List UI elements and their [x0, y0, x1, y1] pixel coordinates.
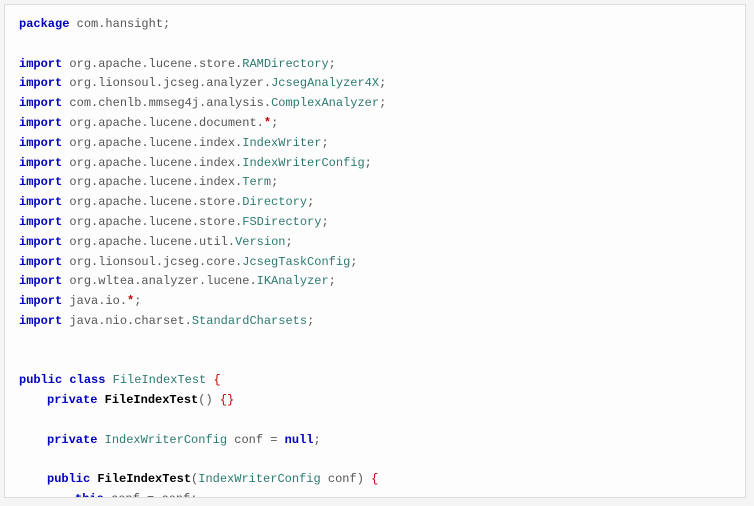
keyword-import: import	[19, 215, 62, 229]
keyword-public: public	[19, 373, 62, 387]
import-path: org.lionsoul.jcseg.core.	[69, 255, 242, 269]
import-class: StandardCharsets	[192, 314, 307, 328]
import-class: RAMDirectory	[242, 57, 328, 71]
param-type: IndexWriterConfig	[198, 472, 320, 486]
open-brace: {	[371, 472, 378, 486]
package-path: com.hansight	[77, 17, 163, 31]
import-class: Version	[235, 235, 285, 249]
null-literal: null	[285, 433, 314, 447]
keyword-import: import	[19, 96, 62, 110]
constructor-name: FileIndexTest	[97, 472, 191, 486]
import-path: org.apache.lucene.store.	[69, 57, 242, 71]
keyword-import: import	[19, 136, 62, 150]
import-path: org.apache.lucene.index.	[69, 136, 242, 150]
import-path: org.apache.lucene.index.	[69, 175, 242, 189]
import-path: org.lionsoul.jcseg.analyzer.	[69, 76, 271, 90]
code-block: package com.hansight; import org.apache.…	[4, 4, 746, 498]
rhs: conf	[161, 492, 190, 498]
import-path: org.wltea.analyzer.lucene.	[69, 274, 256, 288]
import-class: Term	[242, 175, 271, 189]
empty-body: {}	[220, 393, 234, 407]
import-path: org.apache.lucene.document.	[69, 116, 263, 130]
keyword-import: import	[19, 76, 62, 90]
field-type: IndexWriterConfig	[105, 433, 227, 447]
import-class: FSDirectory	[242, 215, 321, 229]
import-class: ComplexAnalyzer	[271, 96, 379, 110]
class-name: FileIndexTest	[113, 373, 207, 387]
keyword-import: import	[19, 195, 62, 209]
import-class: Directory	[242, 195, 307, 209]
import-path: java.nio.charset.	[69, 314, 191, 328]
import-star: *	[264, 116, 271, 130]
keyword-private: private	[47, 393, 97, 407]
keyword-import: import	[19, 255, 62, 269]
keyword-import: import	[19, 294, 62, 308]
keyword-import: import	[19, 156, 62, 170]
keyword-import: import	[19, 57, 62, 71]
keyword-class: class	[69, 373, 105, 387]
keyword-import: import	[19, 314, 62, 328]
import-class: IKAnalyzer	[257, 274, 329, 288]
keyword-import: import	[19, 274, 62, 288]
code-content: package com.hansight; import org.apache.…	[19, 15, 731, 498]
keyword-import: import	[19, 235, 62, 249]
keyword-private: private	[47, 433, 97, 447]
import-class: IndexWriterConfig	[242, 156, 364, 170]
keyword-import: import	[19, 175, 62, 189]
import-path: org.apache.lucene.store.	[69, 215, 242, 229]
open-brace: {	[213, 373, 220, 387]
param-name: conf	[328, 472, 357, 486]
field-name: conf	[234, 433, 263, 447]
equals: =	[270, 433, 277, 447]
import-class: JcsegAnalyzer4X	[271, 76, 379, 90]
semicolon: ;	[163, 17, 170, 31]
keyword-this: this	[75, 492, 104, 498]
field-ref: conf	[111, 492, 140, 498]
import-path: org.apache.lucene.store.	[69, 195, 242, 209]
import-class: JcsegTaskConfig	[242, 255, 350, 269]
keyword-package: package	[19, 17, 69, 31]
import-class: IndexWriter	[242, 136, 321, 150]
import-path: com.chenlb.mmseg4j.analysis.	[69, 96, 271, 110]
keyword-public: public	[47, 472, 90, 486]
constructor-name: FileIndexTest	[105, 393, 199, 407]
import-path: org.apache.lucene.util.	[69, 235, 235, 249]
keyword-import: import	[19, 116, 62, 130]
import-path: java.io.	[69, 294, 127, 308]
import-path: org.apache.lucene.index.	[69, 156, 242, 170]
